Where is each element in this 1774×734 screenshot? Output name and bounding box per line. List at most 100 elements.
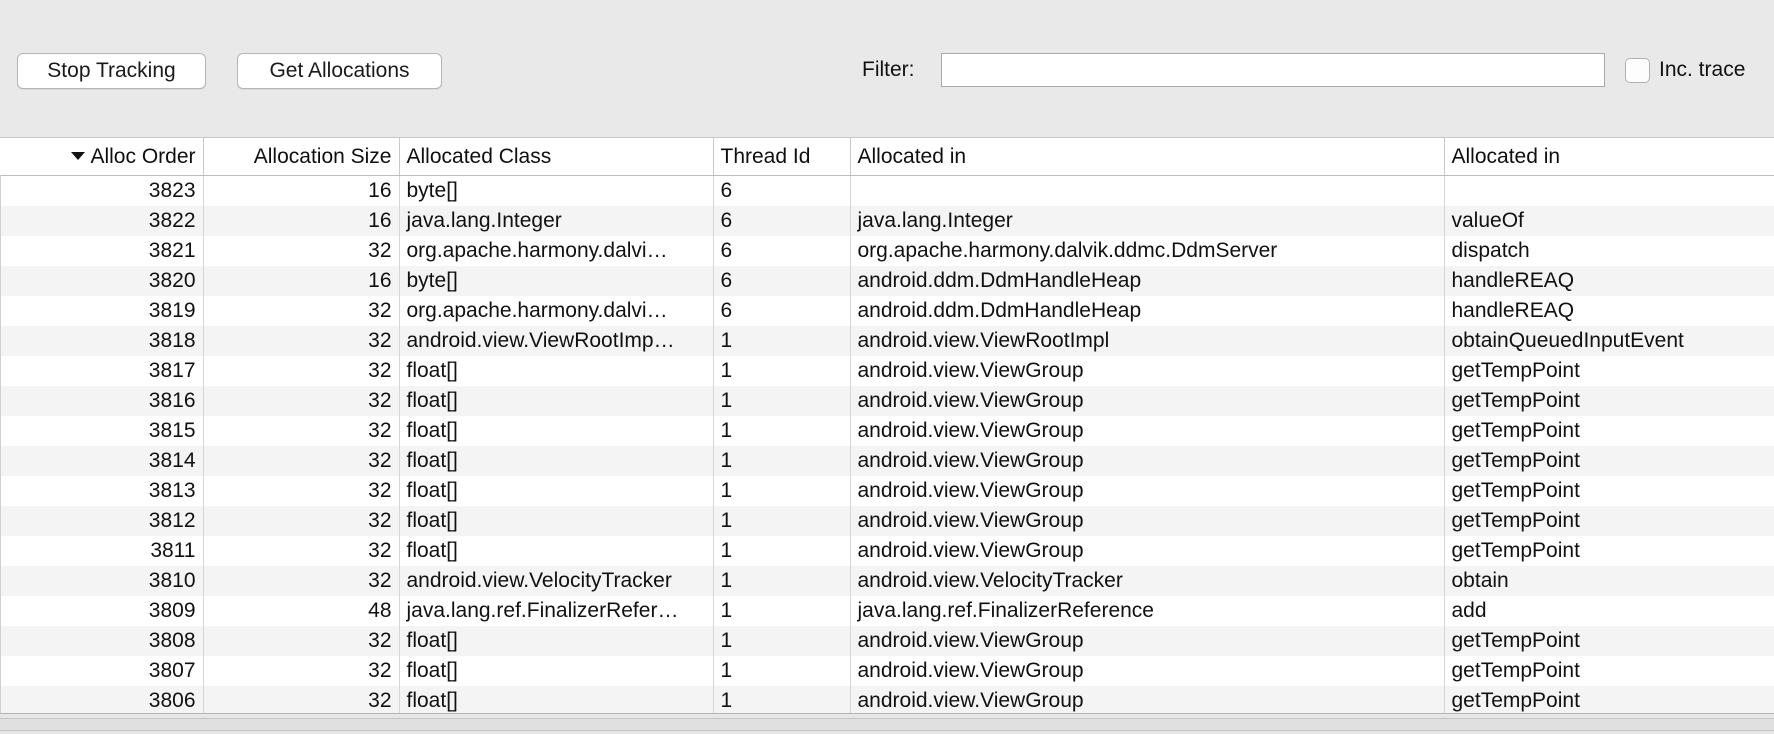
table-header-row: Alloc Order Allocation Size Allocated Cl… — [0, 138, 1774, 176]
column-header-allocated-in-method[interactable]: Allocated in — [1443, 138, 1774, 176]
cell-allocated-in-class: android.view.ViewGroup — [849, 656, 1444, 686]
cell-thread-id: 1 — [712, 326, 850, 356]
cell-allocated-in-class: android.view.ViewGroup — [849, 416, 1444, 446]
cell-allocated-in-method: handleREAQ — [1443, 266, 1774, 296]
cell-thread-id: 6 — [712, 296, 850, 326]
cell-allocated-class: byte[] — [398, 266, 713, 296]
column-header-alloc-order[interactable]: Alloc Order — [0, 138, 203, 176]
table-row[interactable]: 3808 32 float[] 1 android.view.ViewGroup getT… — [0, 626, 1774, 656]
horizontal-scrollbar-thumb[interactable] — [0, 718, 1774, 731]
sort-descending-icon — [71, 151, 86, 160]
allocation-tracker-panel: Stop Tracking Get Allocations Filter: In… — [0, 0, 1774, 734]
cell-allocation-size: 32 — [202, 236, 399, 266]
cell-allocated-class: float[] — [398, 356, 713, 386]
column-header-allocated-in-class[interactable]: Allocated in — [849, 138, 1444, 176]
cell-allocated-in-method: getTempPoint — [1443, 686, 1774, 713]
table-row[interactable]: 3823 16 byte[] 6 — [0, 175, 1774, 206]
cell-allocated-class: float[] — [398, 476, 713, 506]
cell-alloc-order: 3817 — [0, 356, 203, 386]
cell-allocated-class: org.apache.harmony.dalvi… — [398, 236, 713, 266]
cell-alloc-order: 3810 — [0, 566, 203, 596]
allocations-table-container[interactable]: Alloc Order Allocation Size Allocated Cl… — [0, 138, 1774, 713]
cell-alloc-order: 3818 — [0, 326, 203, 356]
get-allocations-button[interactable]: Get Allocations — [237, 53, 442, 89]
cell-allocated-class: float[] — [398, 536, 713, 566]
cell-allocated-in-class — [849, 175, 1444, 206]
table-row[interactable]: 3815 32 float[] 1 android.view.ViewGroup getT… — [0, 416, 1774, 446]
table-row[interactable]: 3812 32 float[] 1 android.view.ViewGroup getT… — [0, 506, 1774, 536]
cell-thread-id: 1 — [712, 356, 850, 386]
table-row[interactable]: 3810 32 android.view.VelocityTracker 1 andro… — [0, 566, 1774, 596]
cell-allocated-in-class: android.view.ViewGroup — [849, 536, 1444, 566]
cell-allocated-in-method: valueOf — [1443, 206, 1774, 236]
cell-alloc-order: 3811 — [0, 536, 203, 566]
table-row[interactable]: 3819 32 org.apache.harmony.dalvi… 6 android.… — [0, 296, 1774, 326]
cell-allocation-size: 32 — [202, 656, 399, 686]
cell-allocated-in-method: handleREAQ — [1443, 296, 1774, 326]
column-header-thread-id[interactable]: Thread Id — [712, 138, 850, 176]
cell-alloc-order: 3816 — [0, 386, 203, 416]
table-row[interactable]: 3807 32 float[] 1 android.view.ViewGroup getT… — [0, 656, 1774, 686]
cell-allocation-size: 16 — [202, 175, 399, 206]
cell-alloc-order: 3819 — [0, 296, 203, 326]
cell-allocation-size: 32 — [202, 476, 399, 506]
filter-label: Filter: — [862, 58, 915, 81]
cell-thread-id: 1 — [712, 596, 850, 626]
cell-thread-id: 1 — [712, 446, 850, 476]
table-row[interactable]: 3822 16 java.lang.Integer 6 java.lang.Intege… — [0, 206, 1774, 236]
cell-allocated-in-method: getTempPoint — [1443, 626, 1774, 656]
table-row[interactable]: 3806 32 float[] 1 android.view.ViewGroup getT… — [0, 686, 1774, 713]
table-left-edge — [0, 138, 1, 713]
inc-trace-checkbox[interactable] — [1625, 58, 1650, 83]
cell-allocated-in-class: android.view.ViewGroup — [849, 476, 1444, 506]
table-body: 3823 16 byte[] 6 3822 16 java.lang.Integer 6 jav… — [0, 175, 1774, 713]
horizontal-scrollbar[interactable] — [0, 713, 1774, 734]
table-row[interactable]: 3821 32 org.apache.harmony.dalvi… 6 org.apac… — [0, 236, 1774, 266]
table-row[interactable]: 3811 32 float[] 1 android.view.ViewGroup getT… — [0, 536, 1774, 566]
cell-allocated-class: android.view.ViewRootImp… — [398, 326, 713, 356]
cell-alloc-order: 3809 — [0, 596, 203, 626]
cell-allocated-in-method: add — [1443, 596, 1774, 626]
cell-alloc-order: 3807 — [0, 656, 203, 686]
cell-allocated-class: org.apache.harmony.dalvi… — [398, 296, 713, 326]
stop-tracking-button[interactable]: Stop Tracking — [17, 53, 206, 89]
cell-alloc-order: 3808 — [0, 626, 203, 656]
filter-input[interactable] — [941, 53, 1605, 87]
table-row[interactable]: 3809 48 java.lang.ref.FinalizerRefer… 1 java… — [0, 596, 1774, 626]
cell-allocated-class: java.lang.ref.FinalizerRefer… — [398, 596, 713, 626]
cell-alloc-order: 3822 — [0, 206, 203, 236]
cell-allocated-class: float[] — [398, 626, 713, 656]
cell-allocated-class: float[] — [398, 686, 713, 713]
table-row[interactable]: 3820 16 byte[] 6 android.ddm.DdmHandleHeap ha… — [0, 266, 1774, 296]
table-row[interactable]: 3816 32 float[] 1 android.view.ViewGroup getT… — [0, 386, 1774, 416]
allocations-table: Alloc Order Allocation Size Allocated Cl… — [0, 138, 1774, 713]
cell-thread-id: 6 — [712, 175, 850, 206]
cell-allocated-in-class: android.view.ViewGroup — [849, 356, 1444, 386]
cell-allocated-class: java.lang.Integer — [398, 206, 713, 236]
cell-thread-id: 1 — [712, 686, 850, 713]
cell-allocation-size: 32 — [202, 536, 399, 566]
cell-allocated-in-method: getTempPoint — [1443, 656, 1774, 686]
cell-allocated-in-method: dispatch — [1443, 236, 1774, 266]
cell-allocated-in-class: android.view.VelocityTracker — [849, 566, 1444, 596]
cell-allocated-in-class: android.view.ViewGroup — [849, 386, 1444, 416]
cell-allocation-size: 48 — [202, 596, 399, 626]
cell-allocated-in-method: getTempPoint — [1443, 416, 1774, 446]
cell-alloc-order: 3806 — [0, 686, 203, 713]
column-header-allocated-class[interactable]: Allocated Class — [398, 138, 713, 176]
cell-thread-id: 6 — [712, 266, 850, 296]
cell-allocated-class: float[] — [398, 386, 713, 416]
column-header-allocation-size[interactable]: Allocation Size — [202, 138, 399, 176]
cell-alloc-order: 3823 — [0, 175, 203, 206]
cell-allocation-size: 16 — [202, 266, 399, 296]
table-row[interactable]: 3813 32 float[] 1 android.view.ViewGroup getT… — [0, 476, 1774, 506]
cell-thread-id: 6 — [712, 206, 850, 236]
cell-allocated-in-method: getTempPoint — [1443, 356, 1774, 386]
column-header-alloc-order-label: Alloc Order — [90, 144, 196, 168]
cell-allocated-in-class: android.view.ViewGroup — [849, 506, 1444, 536]
cell-allocated-in-class: java.lang.ref.FinalizerReference — [849, 596, 1444, 626]
table-row[interactable]: 3817 32 float[] 1 android.view.ViewGroup getT… — [0, 356, 1774, 386]
table-row[interactable]: 3818 32 android.view.ViewRootImp… 1 android.… — [0, 326, 1774, 356]
table-row[interactable]: 3814 32 float[] 1 android.view.ViewGroup getT… — [0, 446, 1774, 476]
cell-alloc-order: 3812 — [0, 506, 203, 536]
